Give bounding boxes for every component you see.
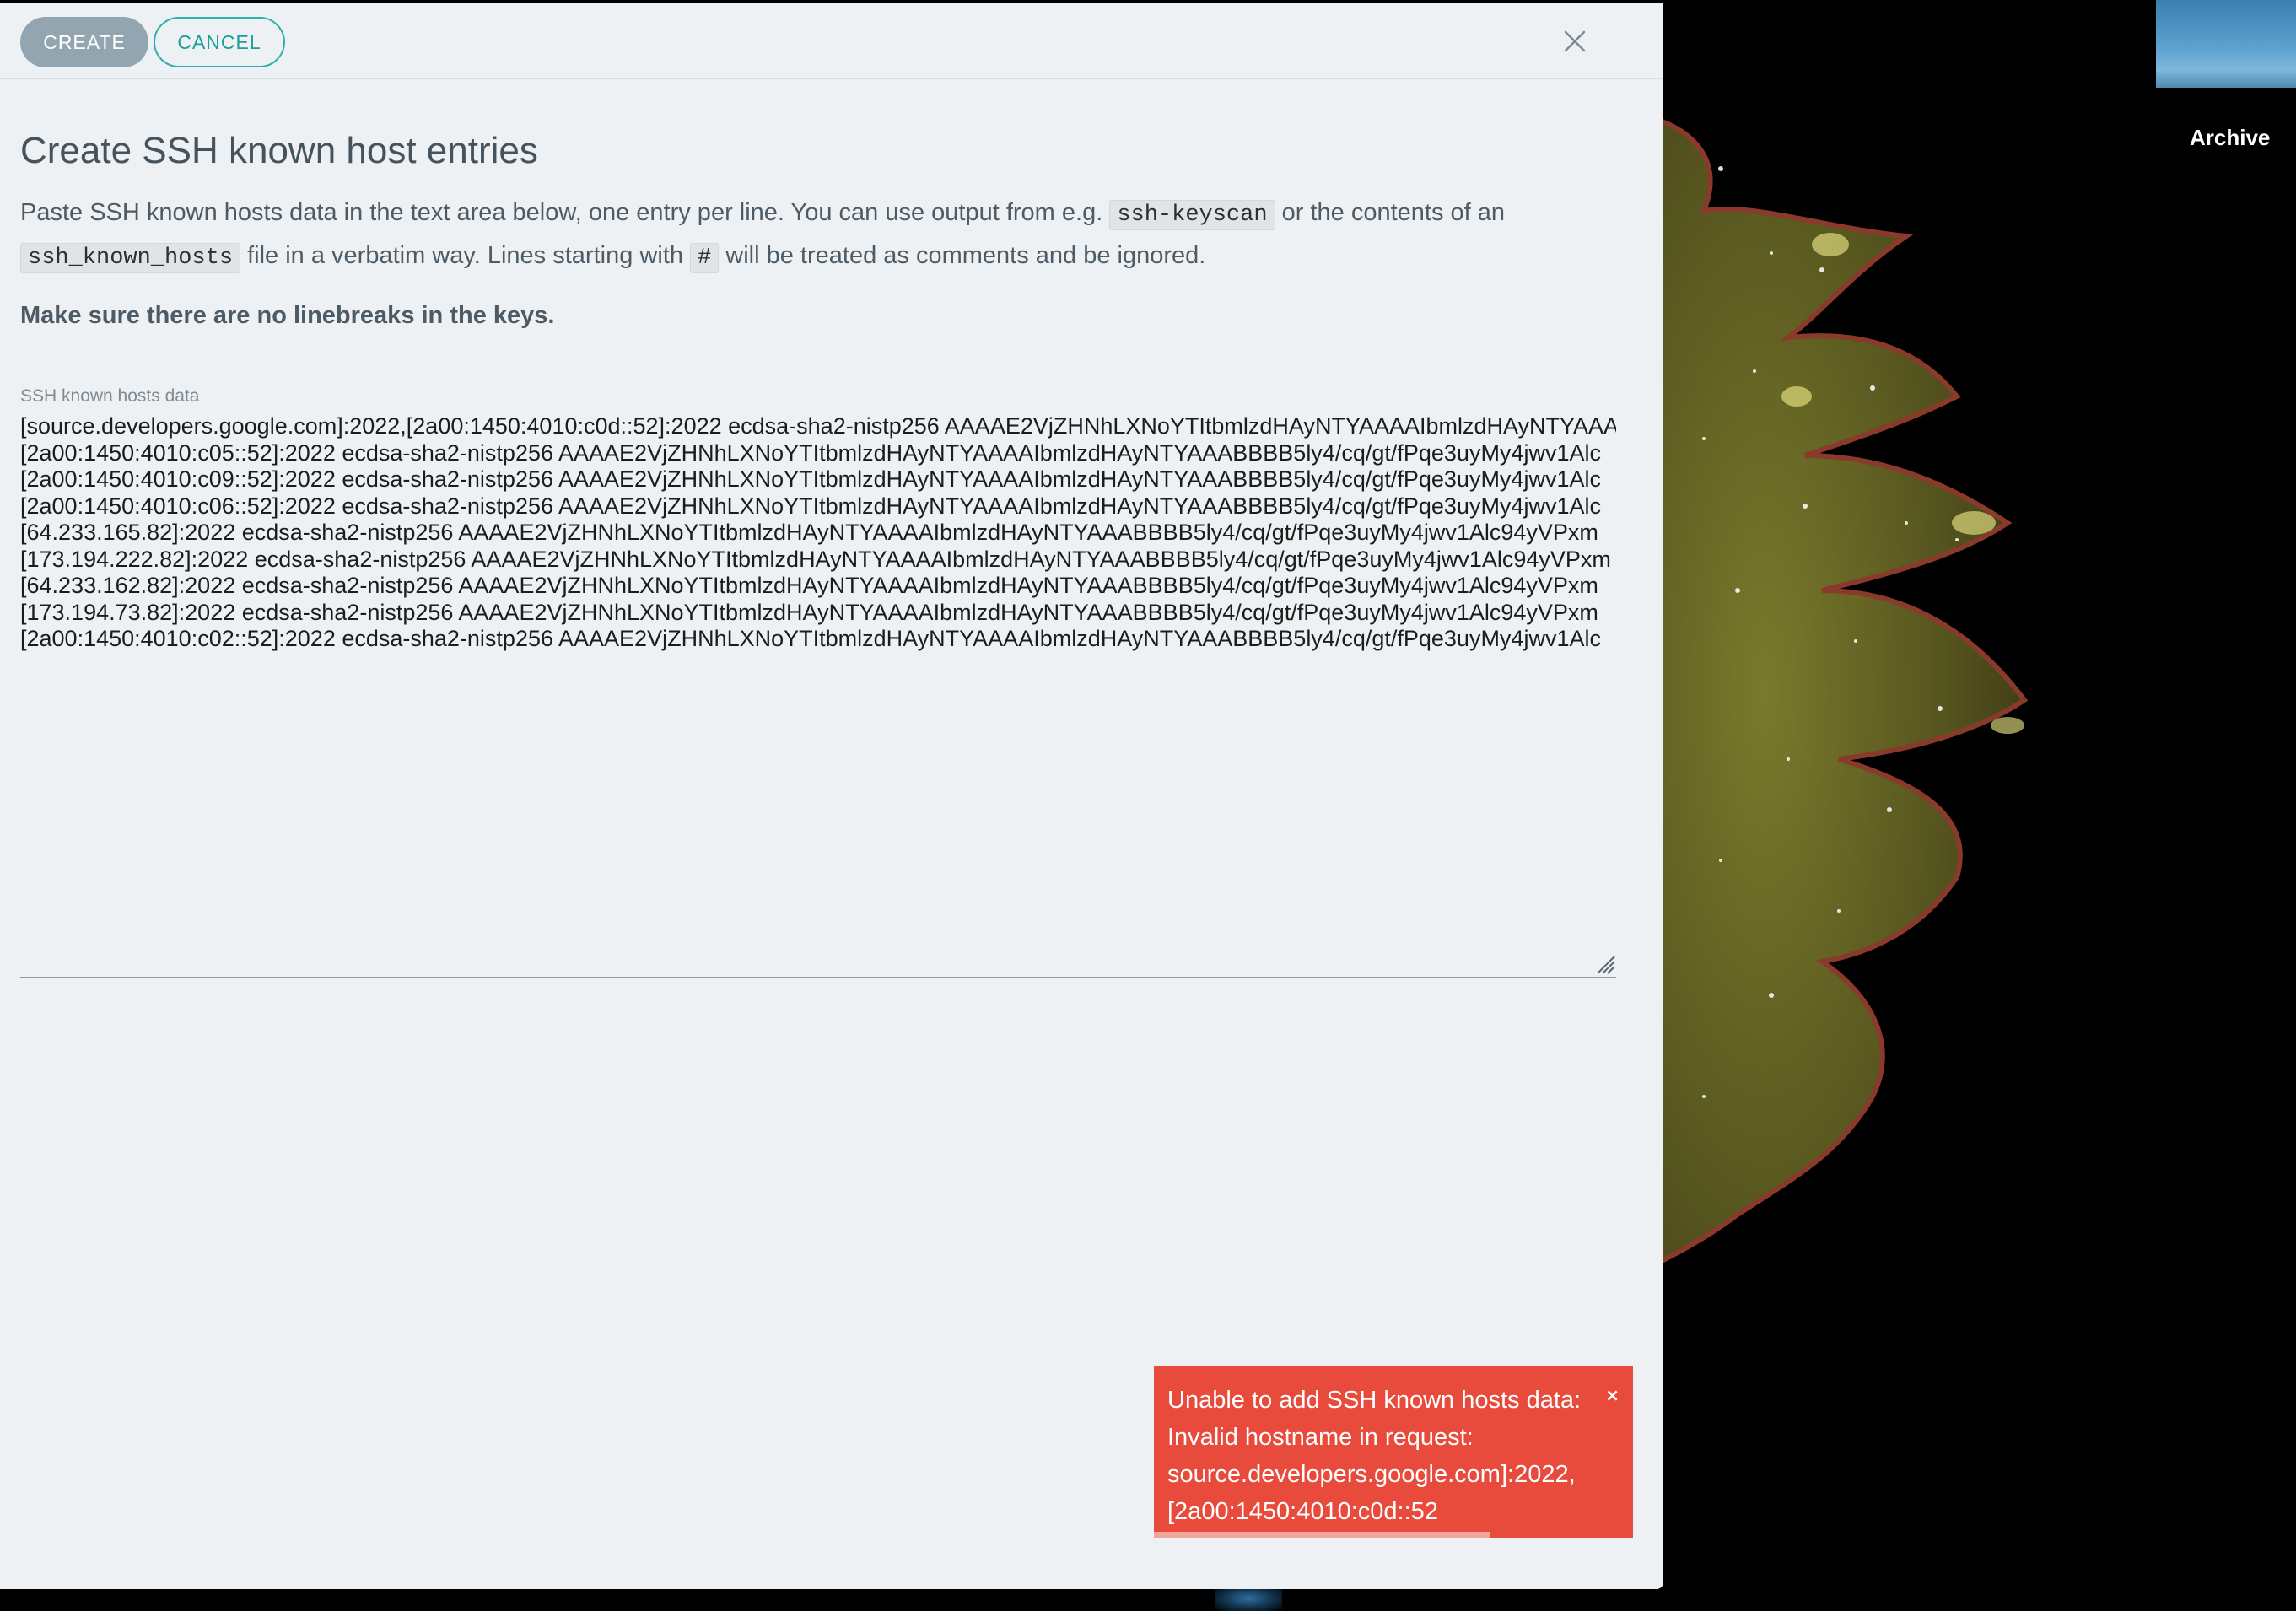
known-host-line: [2a00:1450:4010:c06::52]:2022 ecdsa-sha2…: [20, 493, 1601, 519]
background-glow: [1215, 1586, 1282, 1611]
known-host-line: [2a00:1450:4010:c02::52]:2022 ecdsa-sha2…: [20, 626, 1601, 651]
toast-line: [2a00:1450:4010:c0d::52: [1167, 1498, 1438, 1525]
known-host-line: [source.developers.google.com]:2022,[2a0…: [20, 413, 1616, 439]
instructions-part: will be treated as comments and be ignor…: [719, 242, 1206, 269]
toast-progress-bar: [1154, 1532, 1490, 1538]
page-title: Create SSH known host entries: [20, 130, 538, 171]
toast-line: source.developers.google.com]:2022,: [1167, 1461, 1576, 1488]
textarea-content: [source.developers.google.com]:2022,[2a0…: [20, 413, 1616, 653]
create-ssh-known-hosts-modal: CREATE CANCEL Create SSH known host entr…: [0, 3, 1663, 1589]
create-button[interactable]: CREATE: [20, 17, 148, 67]
error-toast: Unable to add SSH known hosts data: Inva…: [1154, 1366, 1633, 1538]
toast-close-icon[interactable]: ×: [1605, 1377, 1620, 1414]
close-icon[interactable]: [1559, 25, 1591, 57]
plant-background-image: [1653, 118, 2029, 1265]
code-ssh-known-hosts: ssh_known_hosts: [20, 243, 241, 273]
known-host-line: [64.233.165.82]:2022 ecdsa-sha2-nistp256…: [20, 520, 1598, 545]
screen: Archive CREATE CANCEL Create SSH known h…: [0, 0, 2296, 1611]
ssh-known-hosts-label: SSH known hosts data: [20, 386, 200, 406]
known-host-line: [173.194.73.82]:2022 ecdsa-sha2-nistp256…: [20, 599, 1598, 625]
instructions-part: or the contents of an: [1275, 199, 1506, 226]
instructions-part: file in a verbatim way. Lines starting w…: [240, 242, 691, 269]
archive-thumbnail[interactable]: [2156, 0, 2296, 88]
known-host-line: [2a00:1450:4010:c09::52]:2022 ecdsa-sha2…: [20, 466, 1601, 492]
instructions-part: Paste SSH known hosts data in the text a…: [20, 199, 1110, 226]
instructions-text: Paste SSH known hosts data in the text a…: [20, 192, 1606, 278]
code-hash: #: [690, 243, 720, 273]
ssh-known-hosts-textarea[interactable]: [source.developers.google.com]:2022,[2a0…: [20, 413, 1616, 978]
resize-handle-icon[interactable]: [1594, 953, 1616, 975]
cancel-button[interactable]: CANCEL: [154, 17, 285, 67]
archive-label[interactable]: Archive: [2190, 125, 2270, 151]
known-host-line: [173.194.222.82]:2022 ecdsa-sha2-nistp25…: [20, 546, 1611, 572]
linebreak-warning: Make sure there are no linebreaks in the…: [20, 302, 555, 329]
toast-line: Unable to add SSH known hosts data:: [1167, 1387, 1582, 1414]
known-host-line: [64.233.162.82]:2022 ecdsa-sha2-nistp256…: [20, 573, 1598, 598]
modal-toolbar: CREATE CANCEL: [0, 3, 1663, 79]
known-host-line: [2a00:1450:4010:c05::52]:2022 ecdsa-sha2…: [20, 439, 1601, 466]
toast-line: Invalid hostname in request:: [1167, 1424, 1474, 1451]
code-ssh-keyscan: ssh-keyscan: [1109, 200, 1275, 230]
